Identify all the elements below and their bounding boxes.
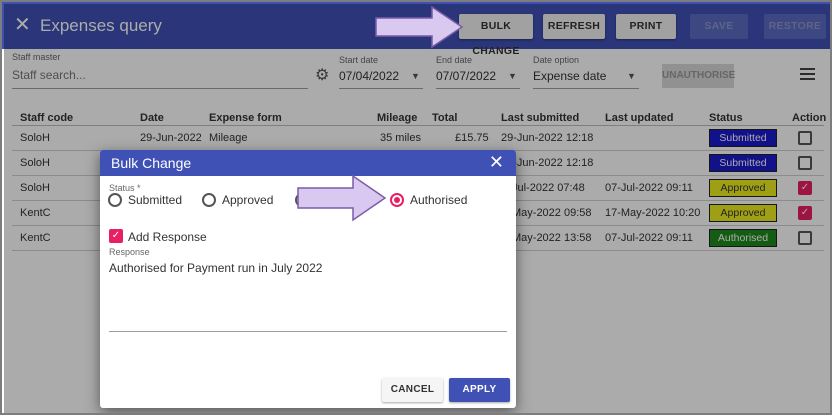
radio-approved-label[interactable]: Approved: [222, 193, 273, 207]
status-label: Status *: [109, 183, 141, 193]
response-textarea[interactable]: Authorised for Payment run in July 2022: [109, 261, 322, 275]
response-underline: [109, 331, 507, 332]
dialog-title: Bulk Change: [111, 155, 192, 171]
radio-submitted-label[interactable]: Submitted: [128, 193, 182, 207]
radio-approved[interactable]: [202, 193, 216, 207]
callout-arrow-bulk-change: [375, 5, 464, 49]
callout-arrow-authorised: [297, 174, 387, 222]
add-response-checkbox[interactable]: ✓: [109, 229, 123, 243]
expenses-query-window: ✕ Expenses query BULK CHANGE REFRESH PRI…: [0, 0, 832, 415]
add-response-label[interactable]: Add Response: [128, 230, 207, 244]
radio-authorised-label[interactable]: Authorised: [410, 193, 467, 207]
dialog-header: Bulk Change ✕: [100, 150, 516, 176]
cancel-button[interactable]: CANCEL: [382, 378, 443, 402]
apply-button[interactable]: APPLY: [449, 378, 510, 402]
check-icon: ✓: [111, 230, 121, 241]
response-label: Response: [109, 247, 150, 257]
radio-submitted[interactable]: [108, 193, 122, 207]
radio-authorised[interactable]: [390, 193, 404, 207]
close-icon[interactable]: ✕: [489, 152, 504, 172]
